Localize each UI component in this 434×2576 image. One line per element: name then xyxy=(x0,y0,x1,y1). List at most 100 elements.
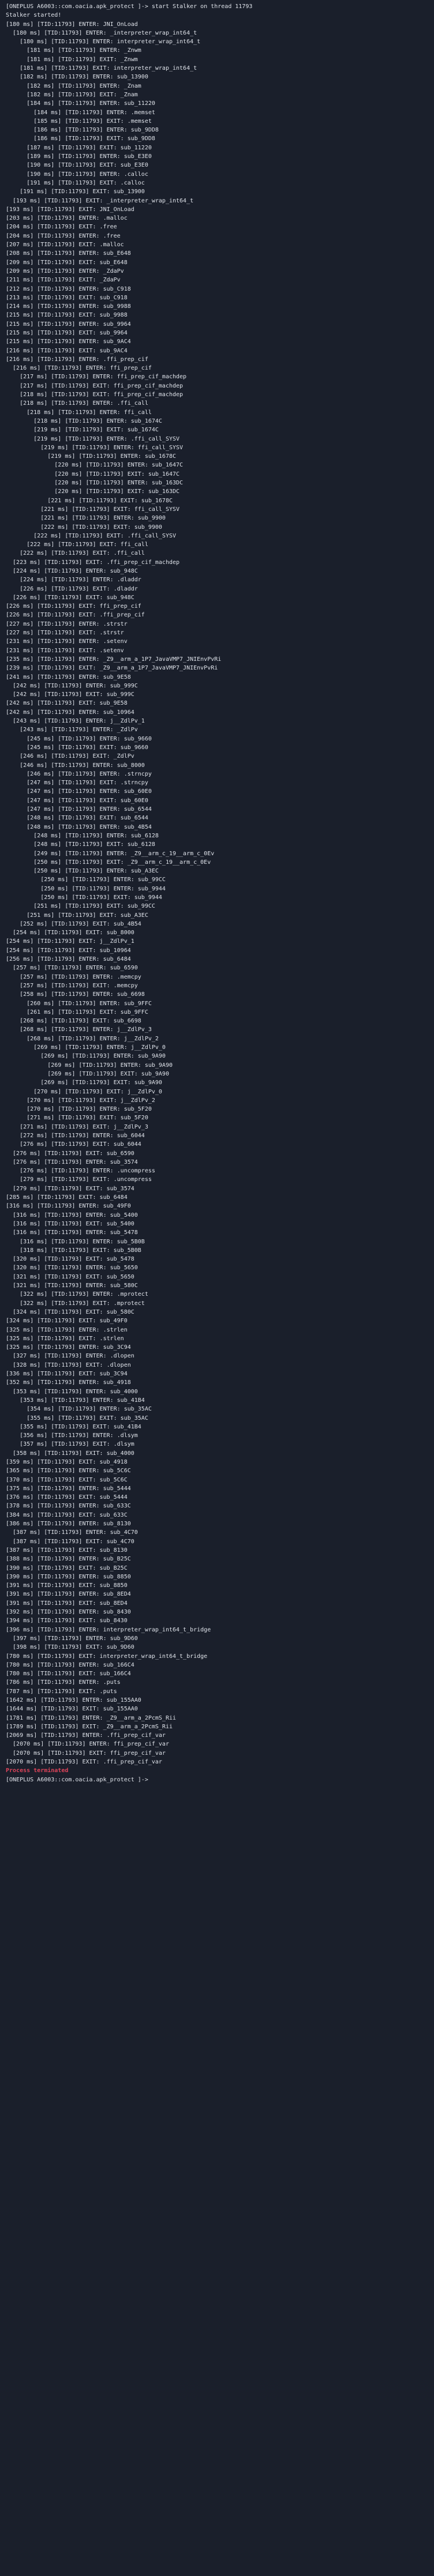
trace-log-line: [268 ms] [TID:11793] ENTER: j__ZdlPv_3 xyxy=(6,1026,152,1033)
trace-log-line: Stalker started! xyxy=(6,12,62,19)
trace-log-line: [285 ms] [TID:11793] EXIT: sub_6484 xyxy=(6,1194,128,1201)
trace-log-line: [324 ms] [TID:11793] EXIT: sub_580C xyxy=(6,1308,134,1315)
trace-log-line: [251 ms] [TID:11793] EXIT: sub_A3EC xyxy=(6,912,148,919)
trace-log-line: [181 ms] [TID:11793] EXIT: _Znwm xyxy=(6,56,138,63)
trace-log-line: [320 ms] [TID:11793] EXIT: sub_5478 xyxy=(6,1256,134,1263)
trace-log-line: [216 ms] [TID:11793] EXIT: sub_9AC4 xyxy=(6,347,128,354)
trace-log-line: [222 ms] [TID:11793] EXIT: ffi_call xyxy=(6,541,148,548)
trace-log-line: [191 ms] [TID:11793] EXIT: sub_13900 xyxy=(6,189,145,195)
trace-log-line: [223 ms] [TID:11793] EXIT: .ffi_prep_cif… xyxy=(6,559,180,566)
trace-log-line: [269 ms] [TID:11793] ENTER: sub_9A90 xyxy=(6,1062,173,1069)
trace-log-line: [222 ms] [TID:11793] EXIT: sub_9900 xyxy=(6,524,162,531)
trace-log-line: [186 ms] [TID:11793] EXIT: sub_9DD8 xyxy=(6,136,155,142)
trace-log-line: [269 ms] [TID:11793] EXIT: sub_9A90 xyxy=(6,1070,169,1077)
trace-log-line: [250 ms] [TID:11793] EXIT: _Z9__arm_c_19… xyxy=(6,859,211,866)
trace-log-line: [327 ms] [TID:11793] ENTER: .dlopen xyxy=(6,1353,134,1360)
trace-log-line: [243 ms] [TID:11793] ENTER: _ZdlPv xyxy=(6,727,138,734)
trace-log-line: [254 ms] [TID:11793] EXIT: j__ZdlPv_1 xyxy=(6,938,134,945)
trace-log-line: [271 ms] [TID:11793] EXIT: j__ZdlPv_3 xyxy=(6,1123,148,1130)
trace-log-line: [318 ms] [TID:11793] EXIT: sub_5B0B xyxy=(6,1247,141,1254)
trace-log-line: [392 ms] [TID:11793] ENTER: sub_8430 xyxy=(6,1609,131,1616)
trace-log-line: [357 ms] [TID:11793] EXIT: .dlsym xyxy=(6,1441,134,1448)
trace-log-line: [220 ms] [TID:11793] EXIT: sub_1647C xyxy=(6,471,180,477)
trace-log-line: [269 ms] [TID:11793] ENTER: sub_9A90 xyxy=(6,1053,166,1060)
trace-log-line: [359 ms] [TID:11793] EXIT: sub_4918 xyxy=(6,1458,128,1465)
trace-log-line: [191 ms] [TID:11793] EXIT: .calloc xyxy=(6,179,145,186)
trace-log-line: [1644 ms] [TID:11793] EXIT: sub_155AA0 xyxy=(6,1706,138,1713)
trace-log-line: [376 ms] [TID:11793] EXIT: sub_5444 xyxy=(6,1494,128,1501)
trace-log-line: [328 ms] [TID:11793] EXIT: .dlopen xyxy=(6,1362,131,1368)
trace-log-line: [370 ms] [TID:11793] EXIT: sub_5C6C xyxy=(6,1476,128,1483)
trace-log-line: [189 ms] [TID:11793] ENTER: sub_E3E0 xyxy=(6,153,152,160)
trace-log-line: [316 ms] [TID:11793] ENTER: sub_5400 xyxy=(6,1212,138,1219)
trace-log-line: [322 ms] [TID:11793] EXIT: .mprotect xyxy=(6,1300,145,1307)
trace-log-line: [269 ms] [TID:11793] EXIT: sub_9A90 xyxy=(6,1080,162,1086)
trace-log-line: [394 ms] [TID:11793] EXIT: sub_8430 xyxy=(6,1618,128,1624)
trace-log-line: [193 ms] [TID:11793] EXIT: _interpreter_… xyxy=(6,197,194,204)
trace-log-line: [220 ms] [TID:11793] ENTER: sub_1647C xyxy=(6,462,184,469)
trace-log-line: [321 ms] [TID:11793] ENTER: sub_580C xyxy=(6,1283,138,1289)
trace-log-line: [386 ms] [TID:11793] ENTER: sub_8130 xyxy=(6,1521,131,1528)
trace-log-line: [387 ms] [TID:11793] EXIT: sub_8130 xyxy=(6,1547,128,1554)
trace-log-line: [218 ms] [TID:11793] ENTER: .ffi_call xyxy=(6,400,148,407)
trace-log-line: [276 ms] [TID:11793] ENTER: sub_3574 xyxy=(6,1159,138,1165)
trace-log-line: [214 ms] [TID:11793] ENTER: sub_9988 xyxy=(6,303,131,310)
trace-log-line: [248 ms] [TID:11793] ENTER: sub_6128 xyxy=(6,832,159,839)
trace-log-line: [227 ms] [TID:11793] EXIT: .strstr xyxy=(6,630,124,637)
console-prompt-line: [ONEPLUS A6003::com.oacia.apk_protect ]-… xyxy=(6,3,253,10)
trace-log-line: [387 ms] [TID:11793] EXIT: sub_4C70 xyxy=(6,1538,134,1545)
trace-log-line: [219 ms] [TID:11793] ENTER: ffi_call_SYS… xyxy=(6,444,184,451)
console-prompt-line[interactable]: [ONEPLUS A6003::com.oacia.apk_protect ]-… xyxy=(6,1776,431,1784)
trace-log-line: [218 ms] [TID:11793] ENTER: ffi_call xyxy=(6,409,152,416)
trace-log-line: [391 ms] [TID:11793] EXIT: sub_8ED4 xyxy=(6,1600,128,1607)
trace-log-line: [324 ms] [TID:11793] EXIT: sub_49F0 xyxy=(6,1318,128,1325)
trace-log-line: [276 ms] [TID:11793] ENTER: .uncompress xyxy=(6,1168,155,1175)
trace-log-line: [221 ms] [TID:11793] ENTER: sub_9900 xyxy=(6,515,166,522)
trace-log-line: [208 ms] [TID:11793] ENTER: sub_E648 xyxy=(6,250,131,257)
trace-log-line: [184 ms] [TID:11793] ENTER: .memset xyxy=(6,109,155,116)
trace-log-line: [247 ms] [TID:11793] ENTER: sub_60E0 xyxy=(6,788,152,795)
trace-log-line: [391 ms] [TID:11793] EXIT: sub_8850 xyxy=(6,1582,128,1589)
trace-log-line: [215 ms] [TID:11793] ENTER: sub_9964 xyxy=(6,321,131,328)
trace-log-line: [270 ms] [TID:11793] EXIT: j__ZdlPv_2 xyxy=(6,1097,155,1104)
trace-log-line: [250 ms] [TID:11793] EXIT: sub_9944 xyxy=(6,894,162,901)
trace-log-line: [322 ms] [TID:11793] ENTER: .mprotect xyxy=(6,1291,148,1298)
trace-log-line: [270 ms] [TID:11793] ENTER: sub_5F20 xyxy=(6,1106,152,1113)
trace-log-line: [321 ms] [TID:11793] EXIT: sub_5650 xyxy=(6,1273,134,1280)
trace-log-line: [256 ms] [TID:11793] ENTER: sub_6484 xyxy=(6,956,131,963)
trace-log-line: [325 ms] [TID:11793] ENTER: .strlen xyxy=(6,1326,128,1333)
trace-log-line: [181 ms] [TID:11793] EXIT: interpreter_w… xyxy=(6,65,197,72)
trace-log-line: [216 ms] [TID:11793] ENTER: ffi_prep_cif xyxy=(6,365,152,372)
trace-log-line: [190 ms] [TID:11793] ENTER: .calloc xyxy=(6,171,148,178)
trace-log-line: [243 ms] [TID:11793] ENTER: j__ZdlPv_1 xyxy=(6,718,145,725)
trace-log-line: [270 ms] [TID:11793] EXIT: j__ZdlPv_0 xyxy=(6,1088,162,1095)
trace-log-line: [226 ms] [TID:11793] EXIT: sub_948C xyxy=(6,594,134,601)
trace-log-line: [187 ms] [TID:11793] EXIT: sub_11220 xyxy=(6,144,152,151)
trace-log-line: [258 ms] [TID:11793] ENTER: sub_6698 xyxy=(6,991,145,998)
trace-log-line: [250 ms] [TID:11793] ENTER: sub_9944 xyxy=(6,885,166,892)
trace-log-line: [221 ms] [TID:11793] EXIT: ffi_call_SYSV xyxy=(6,506,180,513)
trace-log-line: [248 ms] [TID:11793] EXIT: sub_6544 xyxy=(6,815,148,822)
trace-log-line: [226 ms] [TID:11793] EXIT: .ffi_prep_cif xyxy=(6,612,145,619)
trace-log-line: [224 ms] [TID:11793] ENTER: .dladdr xyxy=(6,577,141,584)
trace-log-line: [397 ms] [TID:11793] ENTER: sub_9D60 xyxy=(6,1635,138,1642)
terminal-output: [ONEPLUS A6003::com.oacia.apk_protect ]-… xyxy=(0,0,434,2576)
trace-log-line: [316 ms] [TID:11793] ENTER: sub_5478 xyxy=(6,1229,138,1236)
trace-log-line: [224 ms] [TID:11793] ENTER: sub_948C xyxy=(6,568,138,574)
trace-log-line: [182 ms] [TID:11793] ENTER: sub_13900 xyxy=(6,74,148,81)
trace-log-line: [222 ms] [TID:11793] EXIT: .ffi_call xyxy=(6,550,145,557)
trace-log-line: [180 ms] [TID:11793] ENTER: interpreter_… xyxy=(6,39,201,46)
trace-log-line: [215 ms] [TID:11793] EXIT: sub_9988 xyxy=(6,312,128,319)
trace-log-line: [316 ms] [TID:11793] EXIT: sub_5400 xyxy=(6,1220,134,1227)
trace-log-line: [182 ms] [TID:11793] EXIT: _Znam xyxy=(6,91,138,98)
trace-log-line: [271 ms] [TID:11793] EXIT: sub_5F20 xyxy=(6,1115,148,1122)
trace-log-line: [222 ms] [TID:11793] EXIT: .ffi_call_SYS… xyxy=(6,532,177,539)
trace-log-line: [221 ms] [TID:11793] EXIT: sub_1678C xyxy=(6,497,173,504)
trace-log-line: [787 ms] [TID:11793] EXIT: .puts xyxy=(6,1688,117,1695)
trace-log-line: [186 ms] [TID:11793] ENTER: sub_9DD8 xyxy=(6,127,159,134)
trace-log-line: [268 ms] [TID:11793] ENTER: j__ZdlPv_2 xyxy=(6,1035,159,1042)
trace-log-line: [251 ms] [TID:11793] EXIT: sub_99CC xyxy=(6,903,155,910)
trace-log-line: [1642 ms] [TID:11793] ENTER: sub_155AA0 xyxy=(6,1697,141,1703)
trace-log-line: [316 ms] [TID:11793] ENTER: sub_49F0 xyxy=(6,1203,131,1210)
trace-log-line: [239 ms] [TID:11793] EXIT: _Z9__arm_a_1P… xyxy=(6,665,218,672)
